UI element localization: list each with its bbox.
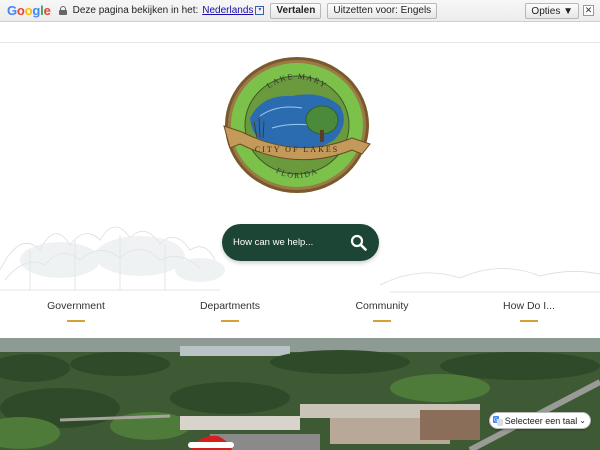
nav-underline — [373, 320, 391, 322]
google-translate-bar: Google Deze pagina bekijken in het: Nede… — [0, 0, 600, 22]
header-divider — [0, 42, 600, 43]
translate-message: Deze pagina bekijken in het: — [72, 5, 199, 16]
language-selector[interactable]: G Selecteer een taal ⌄ — [488, 412, 591, 429]
close-icon[interactable]: ✕ — [583, 5, 594, 16]
lock-icon — [58, 6, 67, 15]
google-logo: Google — [7, 3, 51, 18]
svg-text:G: G — [494, 417, 498, 423]
language-selector-label: Selecteer een taal — [504, 415, 578, 426]
nav-item-label: Community — [355, 300, 409, 312]
search-input[interactable]: How can we help... — [233, 237, 350, 248]
nav-item-label: Government — [47, 300, 105, 312]
site-search[interactable]: How can we help... — [222, 224, 379, 261]
options-button[interactable]: Opties ▼ — [525, 3, 579, 19]
seal-ribbon-text: CITY OF LAKES — [255, 145, 339, 154]
nav-underline — [221, 320, 239, 322]
nav-underline — [520, 320, 538, 322]
chevron-down-icon: ⌄ — [579, 416, 586, 425]
main-navigation: Government Departments Community How Do … — [0, 292, 600, 332]
nav-underline — [67, 320, 85, 322]
language-link[interactable]: Nederlands — [202, 5, 253, 16]
nav-item-label: How Do I... — [503, 300, 555, 312]
language-dropdown-icon[interactable]: ▾ — [255, 6, 265, 15]
search-icon[interactable] — [350, 234, 367, 251]
google-translate-icon: G — [492, 415, 503, 426]
nav-item-government[interactable]: Government — [46, 300, 106, 322]
aerial-city-photo — [0, 338, 600, 450]
city-seal-logo: LAKE MARY CITY OF LAKES FLORIDA — [223, 57, 371, 193]
nav-item-how-do-i[interactable]: How Do I... — [502, 300, 556, 322]
nav-item-community[interactable]: Community — [353, 300, 411, 322]
translate-button[interactable]: Vertalen — [270, 2, 322, 19]
nav-item-label: Departments — [199, 300, 261, 312]
nav-item-departments[interactable]: Departments — [198, 300, 262, 322]
turn-off-button[interactable]: Uitzetten voor: Engels — [327, 2, 438, 19]
